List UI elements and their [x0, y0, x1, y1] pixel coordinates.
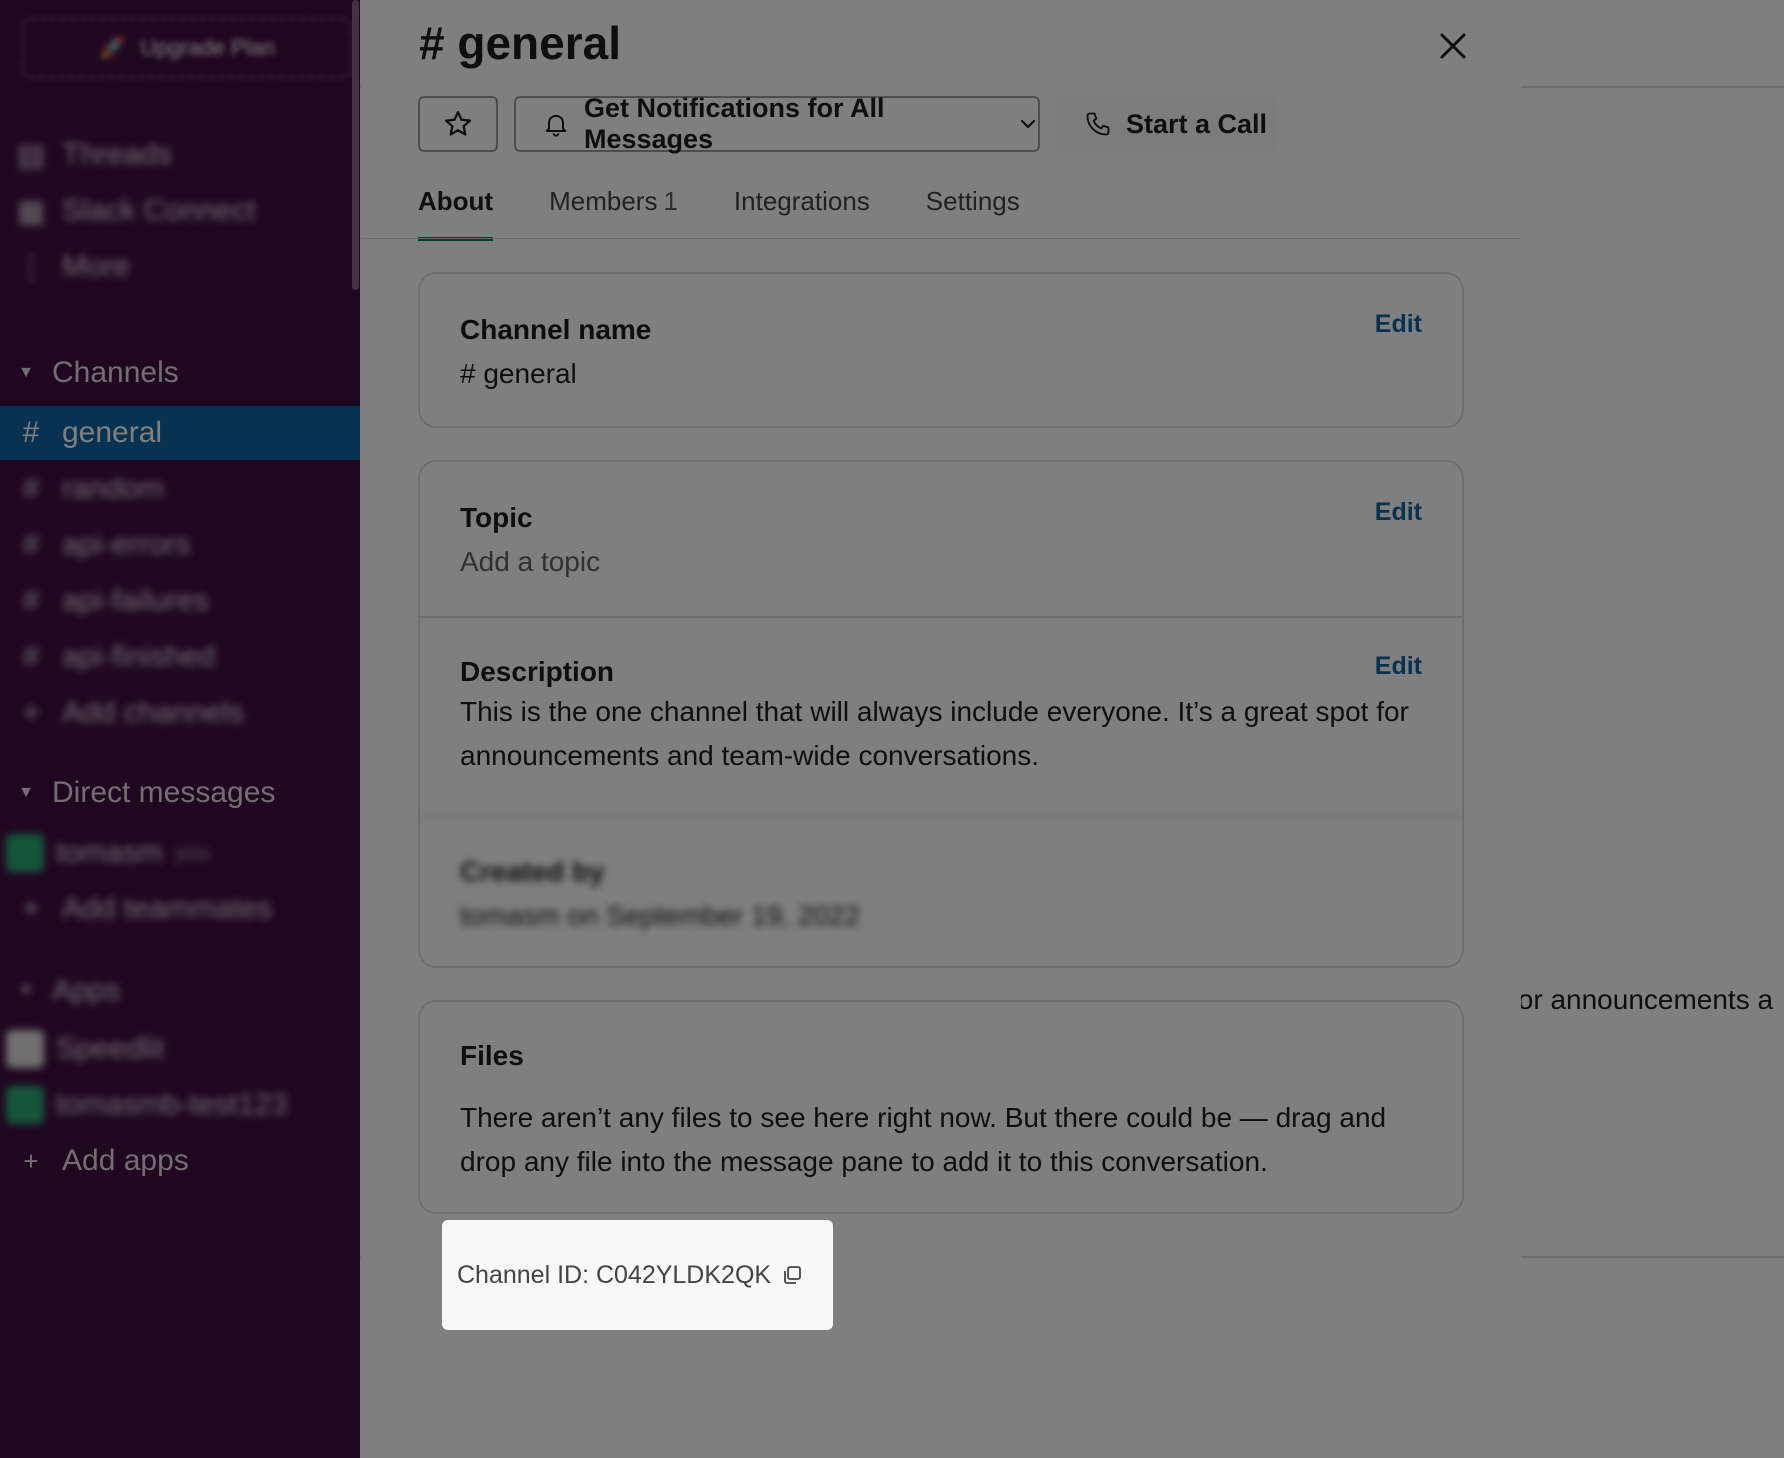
- topic-label: Topic: [460, 502, 533, 533]
- notifications-label: Get Notifications for All Messages: [584, 93, 885, 154]
- modal-action-row: Get Notifications for All Messages Start…: [418, 93, 1292, 154]
- star-button[interactable]: [418, 96, 498, 152]
- notifications-dropdown[interactable]: Get Notifications for All Messages: [514, 93, 1040, 154]
- bell-icon: [542, 110, 570, 138]
- description-label: Description: [460, 656, 615, 687]
- start-call-button[interactable]: Start a Call: [1056, 96, 1276, 152]
- tab-label: Settings: [925, 186, 1020, 216]
- tab-label: Members: [549, 186, 658, 216]
- members-count: 1: [663, 186, 678, 216]
- channel-name-value: # general: [460, 358, 577, 389]
- star-icon: [445, 111, 471, 136]
- topic-section[interactable]: Topic Add a topic Edit: [420, 462, 1462, 616]
- close-icon: [1440, 33, 1466, 59]
- channel-id-box[interactable]: Channel ID: C042YLDK2QK: [442, 1220, 833, 1330]
- modal-tabs: About Members 1 Integrations Settings: [418, 186, 1076, 241]
- edit-description-link[interactable]: Edit: [1375, 652, 1422, 681]
- copy-icon[interactable]: [781, 1264, 803, 1286]
- channel-info-card: Topic Add a topic Edit Description This …: [418, 460, 1464, 968]
- app-window: 🚀 Upgrade Plan ▤ Threads ▦ Slack Connect…: [0, 0, 1784, 1458]
- edit-channel-name-link[interactable]: Edit: [1375, 310, 1422, 339]
- files-label: Files: [460, 1040, 524, 1071]
- description-section[interactable]: Description This is the one channel that…: [420, 616, 1462, 814]
- created-by-label: Created by: [460, 856, 605, 887]
- tab-label: Integrations: [733, 186, 870, 216]
- files-empty-text: There aren’t any files to see here right…: [460, 1102, 1387, 1177]
- created-by-value: tomasm on September 19, 2022: [460, 900, 861, 931]
- tab-divider: [361, 238, 1521, 239]
- edit-topic-link[interactable]: Edit: [1375, 498, 1422, 527]
- channel-id-text: Channel ID: C042YLDK2QK: [457, 1260, 772, 1289]
- created-by-section: Created by tomasm on September 19, 2022: [420, 814, 1462, 964]
- chevron-down-icon: [1018, 114, 1038, 134]
- files-card: Files There aren’t any files to see here…: [418, 1000, 1464, 1214]
- modal-title: # general: [419, 17, 621, 69]
- tab-members[interactable]: Members 1: [549, 186, 678, 240]
- channel-name-label: Channel name: [460, 314, 652, 345]
- topic-value: Add a topic: [460, 546, 601, 577]
- close-button[interactable]: [1429, 22, 1477, 70]
- files-section: Files There aren’t any files to see here…: [420, 1002, 1462, 1212]
- tab-settings[interactable]: Settings: [926, 186, 1020, 240]
- start-call-label: Start a Call: [1126, 108, 1268, 139]
- phone-icon: [1084, 110, 1112, 138]
- tab-about[interactable]: About: [418, 186, 494, 241]
- tab-label: About: [418, 186, 494, 216]
- channel-name-card: Channel name # general Edit: [418, 272, 1464, 428]
- tab-integrations[interactable]: Integrations: [734, 186, 870, 240]
- channel-name-section[interactable]: Channel name # general Edit: [420, 274, 1462, 426]
- description-value: This is the one channel that will always…: [460, 696, 1409, 771]
